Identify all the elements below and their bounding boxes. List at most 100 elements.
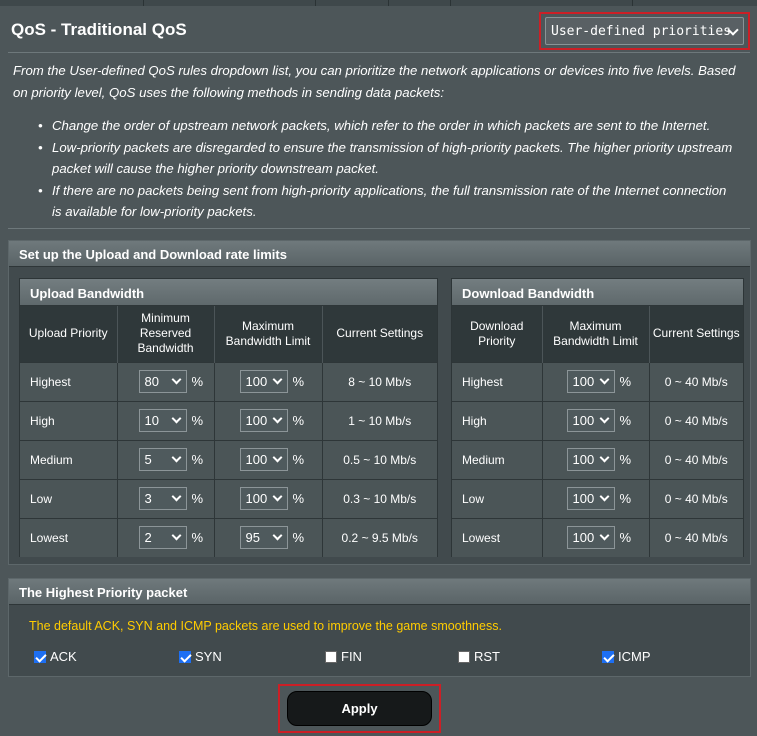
current-setting: 0 ~ 40 Mb/s: [649, 439, 743, 479]
chevron-down-icon: [272, 374, 282, 385]
max-limit-select[interactable]: 100: [239, 448, 288, 471]
qos-mode-select-value: User-defined priorities: [551, 23, 732, 39]
header-divider: [8, 52, 750, 53]
current-setting: 0 ~ 40 Mb/s: [649, 478, 743, 518]
upload-bandwidth-table: Upload Priority Minimum Reserved Bandwid…: [20, 306, 437, 557]
column-header: Upload Priority: [20, 306, 118, 362]
priority-label: Highest: [20, 361, 118, 401]
min-reserved-select[interactable]: 10: [138, 409, 187, 432]
checkbox-unchecked-icon[interactable]: [458, 650, 470, 663]
table-row: Lowest 2% 95% 0.2 ~ 9.5 Mb/s: [20, 517, 437, 557]
rate-limits-title: Set up the Upload and Download rate limi…: [9, 241, 750, 267]
list-item: If there are no packets being sent from …: [38, 180, 738, 223]
min-reserved-select[interactable]: 3: [138, 487, 187, 510]
chevron-down-icon: [599, 452, 609, 463]
max-limit-select[interactable]: 100: [566, 448, 615, 471]
max-limit-select[interactable]: 95: [239, 526, 288, 550]
column-header: Maximum Bandwidth Limit: [214, 306, 323, 362]
min-reserved-select[interactable]: 5: [138, 448, 187, 471]
list-item: Low-priority packets are disregarded to …: [38, 137, 738, 180]
table-row: Highest 80% 100% 8 ~ 10 Mb/s: [20, 361, 437, 401]
current-setting: 0 ~ 40 Mb/s: [649, 400, 743, 440]
current-setting: 0.5 ~ 10 Mb/s: [322, 439, 437, 479]
current-setting: 1 ~ 10 Mb/s: [322, 400, 437, 440]
max-limit-select[interactable]: 100: [566, 487, 615, 510]
chevron-down-icon: [272, 413, 282, 424]
chevron-down-icon: [599, 491, 609, 502]
table-row: Low 3% 100% 0.3 ~ 10 Mb/s: [20, 478, 437, 518]
description-divider: [8, 228, 750, 229]
max-limit-select[interactable]: 100: [566, 370, 615, 393]
max-limit-select[interactable]: 100: [566, 409, 615, 432]
current-setting: 0.3 ~ 10 Mb/s: [322, 478, 437, 518]
syn-checkbox[interactable]: SYN: [179, 649, 222, 664]
column-header: Minimum Reserved Bandwidth: [117, 306, 215, 362]
chevron-down-icon: [599, 374, 609, 385]
chevron-down-icon: [171, 530, 181, 541]
max-limit-select[interactable]: 100: [239, 487, 288, 510]
current-setting: 0 ~ 40 Mb/s: [649, 517, 743, 557]
checkbox-checked-icon[interactable]: [34, 650, 46, 663]
apply-button-highlight: Apply: [278, 684, 441, 733]
table-row: Low 100% 0 ~ 40 Mb/s: [452, 478, 743, 518]
priority-label: Medium: [452, 439, 543, 479]
qos-mode-select-box[interactable]: User-defined priorities: [545, 17, 744, 45]
highest-priority-note: The default ACK, SYN and ICMP packets ar…: [29, 619, 502, 633]
checkbox-checked-icon[interactable]: [602, 650, 614, 663]
page-title: QoS - Traditional QoS: [11, 20, 187, 39]
chevron-down-icon: [599, 530, 609, 541]
max-limit-select[interactable]: 100: [239, 370, 288, 393]
chevron-down-icon: [171, 374, 181, 385]
priority-label: Highest: [452, 361, 543, 401]
current-setting: 8 ~ 10 Mb/s: [322, 361, 437, 401]
column-header: Current Settings: [322, 306, 437, 362]
upload-bandwidth-box: Upload Bandwidth Upload Priority Minimum…: [19, 278, 438, 557]
column-header: Current Settings: [649, 306, 743, 362]
priority-label: Medium: [20, 439, 118, 479]
qos-method-list: Change the order of upstream network pac…: [38, 115, 738, 223]
priority-label: Lowest: [452, 517, 543, 557]
priority-label: High: [452, 400, 543, 440]
chevron-down-icon: [171, 491, 181, 502]
rate-limits-panel: Set up the Upload and Download rate limi…: [8, 240, 751, 565]
table-row: Highest 100% 0 ~ 40 Mb/s: [452, 361, 743, 401]
apply-button[interactable]: Apply: [287, 691, 432, 726]
qos-mode-select[interactable]: User-defined priorities: [539, 12, 750, 50]
rst-checkbox[interactable]: RST: [458, 649, 500, 664]
priority-label: Low: [452, 478, 543, 518]
chevron-down-icon: [171, 452, 181, 463]
chevron-down-icon: [272, 491, 282, 502]
highest-priority-panel: The Highest Priority packet The default …: [8, 578, 751, 677]
chevron-down-icon: [599, 413, 609, 424]
list-item: Change the order of upstream network pac…: [38, 115, 738, 137]
icmp-checkbox[interactable]: ICMP: [602, 649, 651, 664]
chevron-down-icon: [272, 530, 282, 541]
priority-label: High: [20, 400, 118, 440]
table-row: Medium 5% 100% 0.5 ~ 10 Mb/s: [20, 439, 437, 479]
table-row: High 10% 100% 1 ~ 10 Mb/s: [20, 400, 437, 440]
current-setting: 0.2 ~ 9.5 Mb/s: [322, 517, 437, 557]
max-limit-select[interactable]: 100: [239, 409, 288, 432]
column-header: Download Priority: [452, 306, 543, 362]
table-row: Medium 100% 0 ~ 40 Mb/s: [452, 439, 743, 479]
download-bandwidth-box: Download Bandwidth Download Priority Max…: [451, 278, 744, 557]
min-reserved-select[interactable]: 80: [138, 370, 187, 393]
checkbox-unchecked-icon[interactable]: [325, 650, 337, 663]
table-row: Lowest 100% 0 ~ 40 Mb/s: [452, 517, 743, 557]
qos-description: From the User-defined QoS rules dropdown…: [13, 63, 736, 100]
current-setting: 0 ~ 40 Mb/s: [649, 361, 743, 401]
download-bandwidth-table: Download Priority Maximum Bandwidth Limi…: [452, 306, 743, 557]
priority-label: Lowest: [20, 517, 118, 557]
highest-priority-title: The Highest Priority packet: [9, 579, 750, 605]
upload-bandwidth-title: Upload Bandwidth: [20, 279, 437, 306]
fin-checkbox[interactable]: FIN: [325, 649, 362, 664]
priority-label: Low: [20, 478, 118, 518]
min-reserved-select[interactable]: 2: [138, 526, 187, 550]
chevron-down-icon: [171, 413, 181, 424]
chevron-down-icon: [272, 452, 282, 463]
ack-checkbox[interactable]: ACK: [34, 649, 77, 664]
checkbox-checked-icon[interactable]: [179, 650, 191, 663]
max-limit-select[interactable]: 100: [566, 526, 615, 550]
download-bandwidth-title: Download Bandwidth: [452, 279, 743, 306]
column-header: Maximum Bandwidth Limit: [542, 306, 650, 362]
